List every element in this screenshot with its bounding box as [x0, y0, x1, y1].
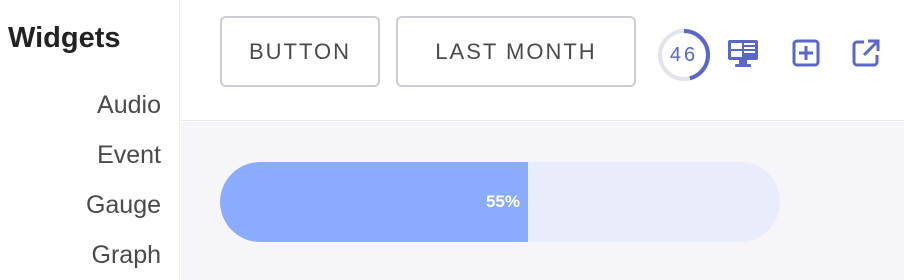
progress-label: 55%: [485, 192, 520, 211]
content-area: 55%: [181, 122, 904, 280]
last-month-button[interactable]: LAST MONTH: [396, 16, 636, 87]
sidebar-item-event[interactable]: Event: [86, 138, 161, 188]
progress-fill: 55%: [220, 162, 528, 242]
sidebar-item-gauge[interactable]: Gauge: [86, 188, 161, 238]
gauge: 46: [657, 28, 711, 82]
app: Widgets Audio Event Gauge Graph BUTTON L…: [0, 0, 904, 280]
open-in-new-icon[interactable]: [849, 36, 883, 70]
gauge-value: 46: [669, 43, 699, 66]
monitor-icon[interactable]: [726, 36, 760, 70]
progress-bar: 55%: [220, 162, 780, 242]
sidebar-title: Widgets: [8, 22, 121, 54]
sidebar: Widgets Audio Event Gauge Graph: [0, 0, 180, 280]
sidebar-items: Audio Event Gauge Graph: [86, 88, 161, 280]
toolbar: BUTTON LAST MONTH 46: [181, 0, 904, 121]
button[interactable]: BUTTON: [220, 16, 380, 87]
sidebar-item-audio[interactable]: Audio: [86, 88, 161, 138]
sidebar-item-graph[interactable]: Graph: [86, 238, 161, 280]
add-box-icon[interactable]: [789, 36, 823, 70]
